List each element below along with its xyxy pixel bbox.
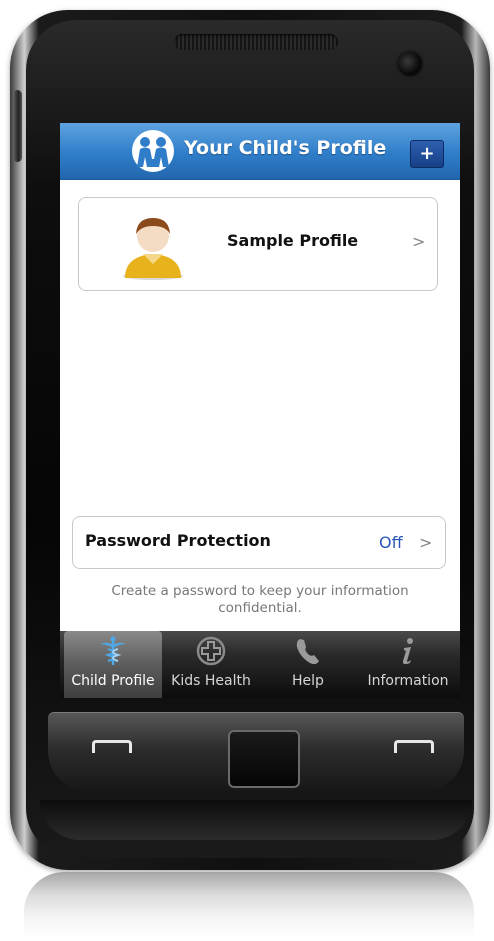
chevron-right-icon: > (412, 232, 426, 251)
tab-kids-health[interactable]: Kids Health (164, 631, 258, 698)
password-protection-row[interactable]: Password Protection Off > (72, 516, 446, 569)
password-status-value: Off (379, 533, 403, 552)
info-icon (402, 638, 413, 665)
password-protection-label: Password Protection (85, 531, 271, 550)
tab-information[interactable]: Information (356, 631, 460, 698)
header-bar: Your Child's Profile + (60, 123, 460, 180)
profile-list-item[interactable]: Sample Profile > (78, 197, 438, 291)
tab-help[interactable]: Help (266, 631, 350, 698)
tab-label: Child Profile (71, 673, 155, 689)
side-button[interactable] (13, 90, 22, 162)
tab-label: Help (292, 673, 324, 689)
call-button[interactable] (92, 740, 132, 753)
profile-name: Sample Profile (227, 231, 359, 250)
caduceus-icon (100, 636, 126, 665)
phone-reflection (24, 872, 474, 938)
tab-bar: Child Profile Kids Health Help Informati… (60, 631, 460, 698)
password-hint-text: Create a password to keep your informati… (111, 583, 409, 616)
home-button[interactable] (228, 730, 300, 788)
phone-icon (296, 639, 319, 665)
tab-label: Kids Health (171, 673, 251, 689)
earpiece-speaker (174, 34, 338, 50)
tab-child-profile[interactable]: Child Profile (64, 631, 162, 698)
tab-label: Information (367, 673, 449, 689)
children-logo-icon (132, 130, 174, 172)
health-cross-icon (196, 636, 226, 666)
add-profile-button[interactable]: + (410, 140, 444, 168)
page-title: Your Child's Profile (184, 137, 387, 159)
chevron-right-icon: > (419, 533, 433, 552)
front-camera (398, 52, 422, 76)
app-screen: Your Child's Profile + Sample Profile > … (60, 123, 460, 698)
child-avatar-icon (123, 218, 183, 280)
phone-chin (40, 800, 472, 840)
end-call-button[interactable] (394, 740, 434, 753)
